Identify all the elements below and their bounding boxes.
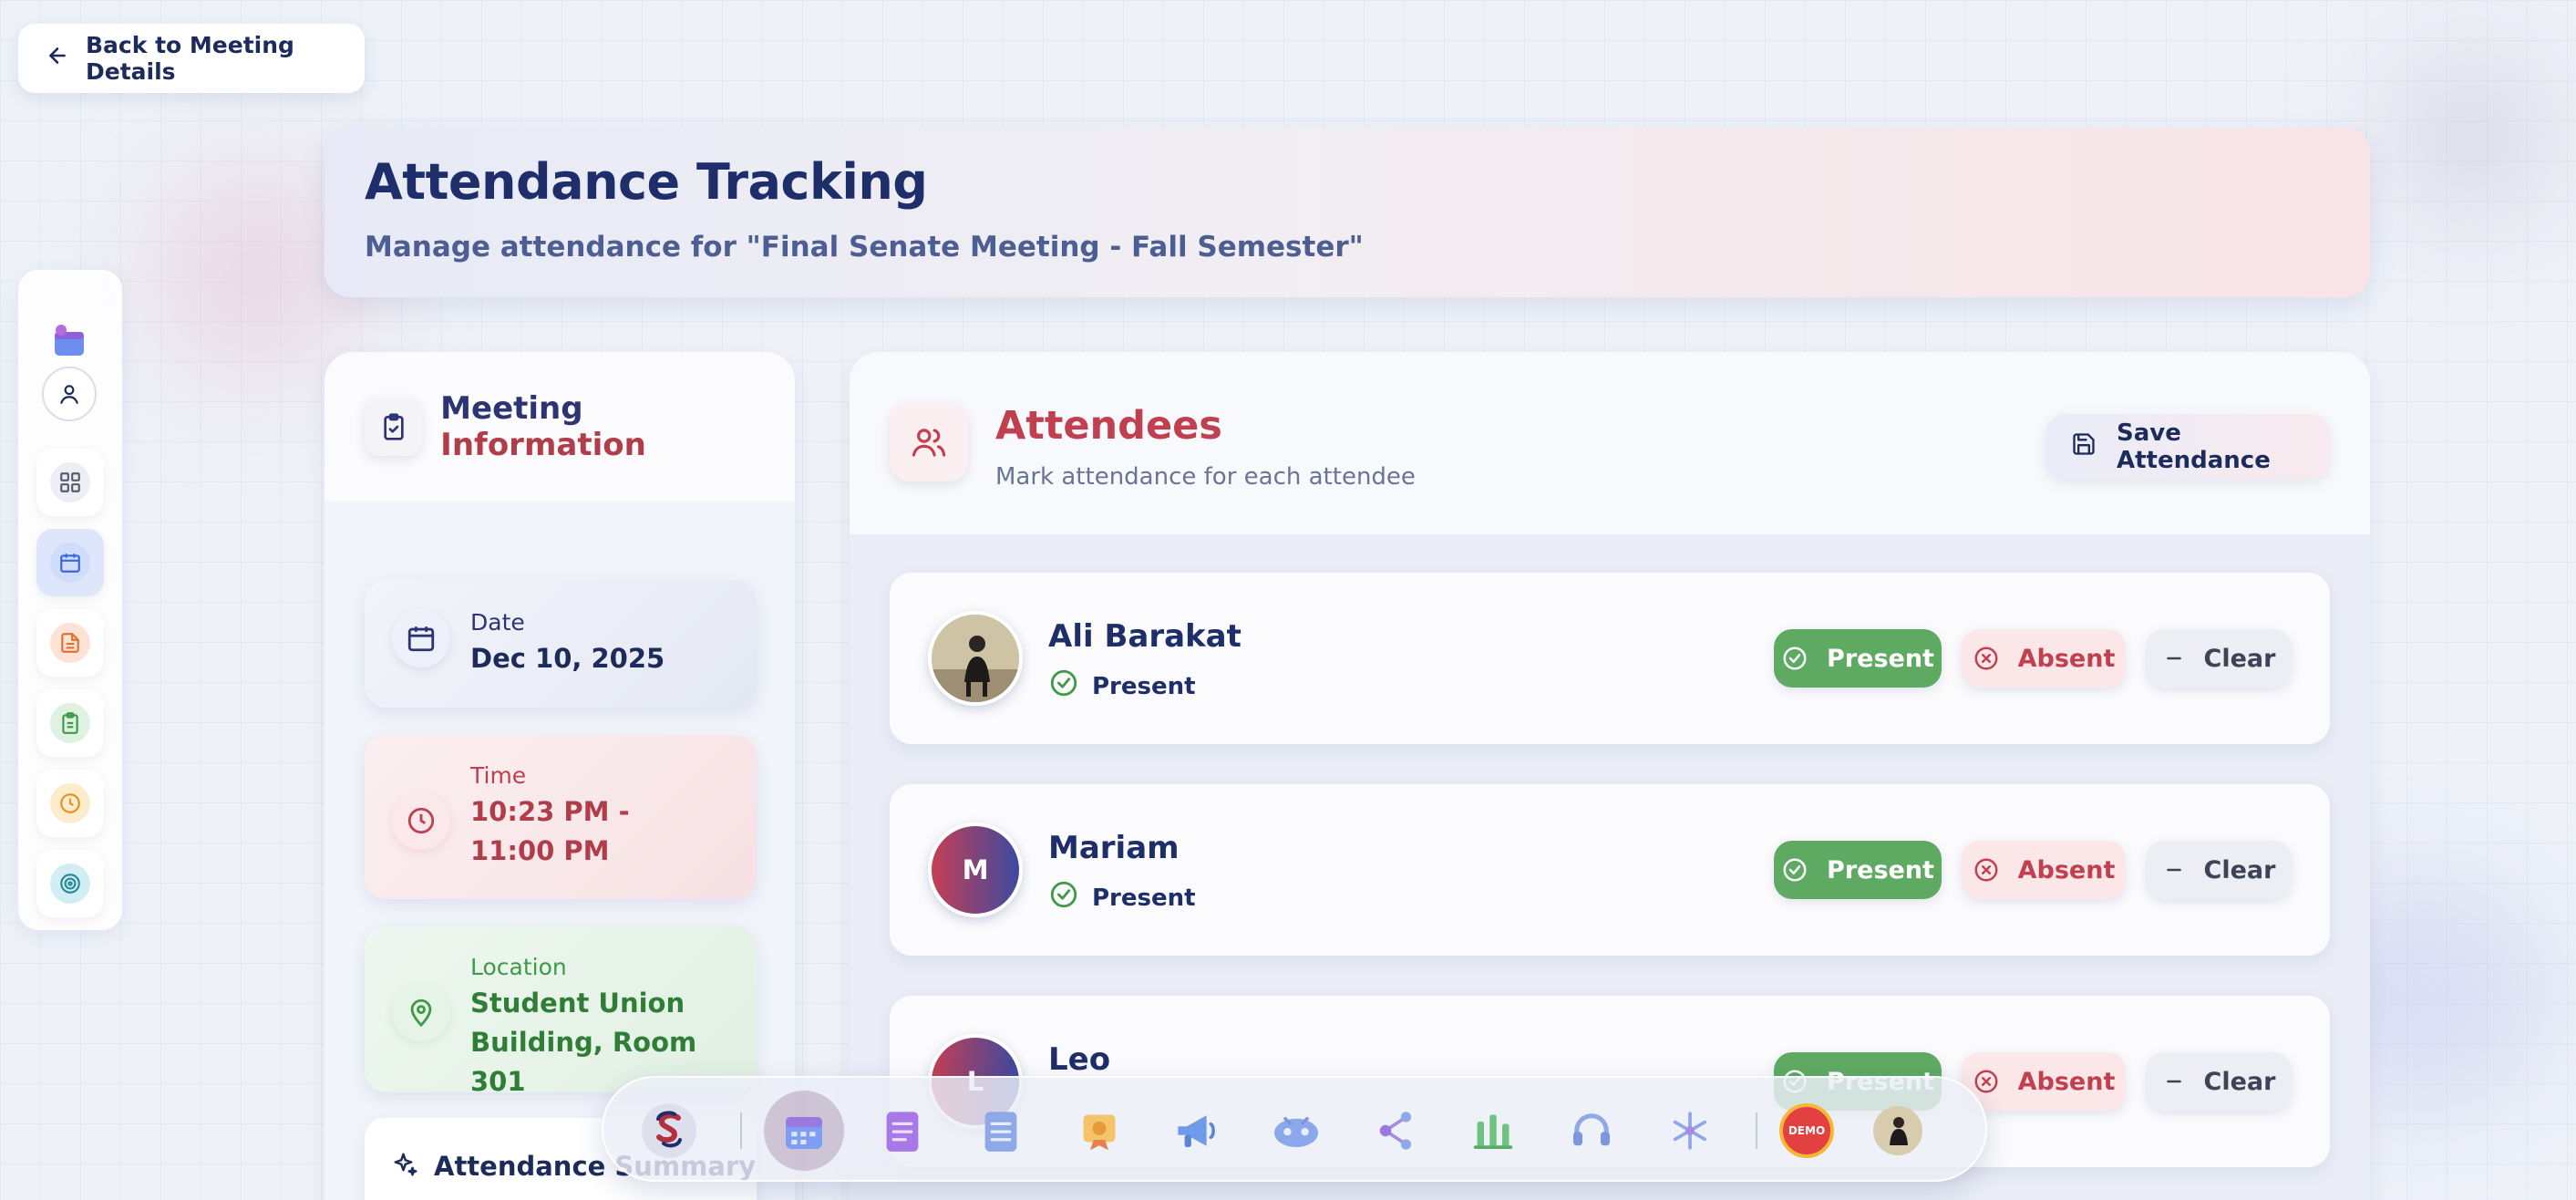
clipboard-check-icon bbox=[365, 398, 423, 456]
calendar-icon bbox=[392, 609, 450, 667]
clock-icon bbox=[392, 791, 450, 850]
megaphone-icon[interactable] bbox=[1167, 1100, 1229, 1162]
meeting-information-panel: Meeting Information Date Dec 10, 2025 Ti… bbox=[325, 352, 795, 1200]
save-attendance-label: Save Attendance bbox=[2117, 419, 2271, 474]
page-title: Attendance Tracking bbox=[365, 153, 928, 211]
app-logo-icon[interactable] bbox=[638, 1100, 700, 1162]
date-card: Date Dec 10, 2025 bbox=[365, 580, 757, 708]
background-blob bbox=[2388, 55, 2552, 219]
dashboard-icon bbox=[50, 462, 90, 502]
attendees-panel: Attendees Mark attendance for each atten… bbox=[850, 352, 2370, 1200]
mark-present-button[interactable]: Present bbox=[1774, 629, 1942, 688]
users-icon bbox=[890, 403, 968, 481]
attendee-row: M Mariam Present Present Absent Clear bbox=[890, 784, 2330, 956]
document-icon bbox=[50, 623, 90, 663]
calendar-icon[interactable] bbox=[764, 1091, 844, 1171]
attendees-title: Attendees bbox=[995, 403, 1222, 449]
x-circle-icon bbox=[1974, 858, 1998, 882]
save-icon bbox=[2071, 431, 2097, 463]
mark-absent-button[interactable]: Absent bbox=[1962, 1052, 2126, 1111]
dock-separator bbox=[740, 1112, 742, 1149]
check-circle-icon bbox=[1783, 858, 1807, 882]
demo-badge-icon[interactable]: DEMO bbox=[1776, 1100, 1838, 1162]
back-button-label: Back to Meeting Details bbox=[86, 32, 294, 85]
clear-status-button[interactable]: Clear bbox=[2146, 841, 2292, 899]
document-icon[interactable] bbox=[970, 1100, 1032, 1162]
save-attendance-button[interactable]: Save Attendance bbox=[2045, 414, 2330, 480]
x-circle-icon bbox=[1974, 1070, 1998, 1093]
mark-present-button[interactable]: Present bbox=[1774, 841, 1942, 899]
location-label: Location bbox=[470, 954, 567, 980]
attendee-name: Ali Barakat bbox=[1048, 618, 1242, 655]
attendees-header: Attendees Mark attendance for each atten… bbox=[850, 352, 2370, 534]
rail-history[interactable] bbox=[36, 770, 104, 837]
mark-absent-button[interactable]: Absent bbox=[1962, 841, 2126, 899]
check-circle-icon bbox=[1783, 647, 1807, 670]
rail-documents[interactable] bbox=[36, 609, 104, 677]
robot-icon[interactable] bbox=[1265, 1100, 1327, 1162]
page-subtitle: Manage attendance for "Final Senate Meet… bbox=[365, 231, 1364, 264]
attendee-name: Leo bbox=[1048, 1041, 1111, 1078]
time-value: 10:23 PM - 11:00 PM bbox=[470, 796, 630, 866]
attendee-status: Present bbox=[1048, 667, 1196, 705]
clear-status-button[interactable]: Clear bbox=[2146, 1052, 2292, 1111]
date-value: Dec 10, 2025 bbox=[470, 643, 665, 674]
check-circle-icon bbox=[1048, 667, 1079, 705]
time-card: Time 10:23 PM - 11:00 PM bbox=[365, 735, 757, 899]
clock-icon bbox=[50, 783, 90, 823]
demo-badge: DEMO bbox=[1779, 1103, 1834, 1158]
minus-icon bbox=[2166, 1080, 2181, 1083]
location-card: Location Student Union Building, Room 30… bbox=[365, 926, 757, 1097]
clipboard-icon bbox=[50, 703, 90, 743]
x-circle-icon bbox=[1974, 647, 1998, 670]
rail-attendance[interactable] bbox=[36, 689, 104, 757]
snowflake-icon[interactable] bbox=[1659, 1100, 1721, 1162]
rail-calendar[interactable] bbox=[36, 529, 104, 596]
user-avatar-icon[interactable] bbox=[1867, 1100, 1929, 1162]
time-label: Time bbox=[470, 762, 527, 789]
rail-dashboard[interactable] bbox=[36, 449, 104, 516]
chart-icon[interactable] bbox=[1462, 1100, 1524, 1162]
avatar: M bbox=[928, 822, 1023, 917]
dock-separator bbox=[1756, 1112, 1757, 1149]
check-circle-icon bbox=[1048, 879, 1079, 916]
headset-icon[interactable] bbox=[1561, 1100, 1623, 1162]
app-icon[interactable] bbox=[51, 323, 88, 363]
avatar bbox=[928, 611, 1023, 706]
left-nav-rail bbox=[18, 270, 122, 930]
minus-icon bbox=[2166, 657, 2181, 660]
attendee-status: Present bbox=[1048, 879, 1196, 916]
sparkles-icon bbox=[392, 1151, 419, 1184]
meeting-information-header: Meeting Information bbox=[325, 352, 795, 502]
clear-status-button[interactable]: Clear bbox=[2146, 629, 2292, 688]
network-icon[interactable] bbox=[1364, 1100, 1426, 1162]
back-to-meeting-details-button[interactable]: Back to Meeting Details bbox=[18, 24, 365, 93]
certificate-icon[interactable] bbox=[1068, 1100, 1130, 1162]
profile-icon[interactable] bbox=[42, 367, 97, 421]
date-label: Date bbox=[470, 609, 525, 636]
minus-icon bbox=[2166, 868, 2181, 872]
arrow-left-icon bbox=[46, 44, 69, 73]
calendar-icon bbox=[50, 543, 90, 583]
attendee-name: Mariam bbox=[1048, 830, 1180, 866]
target-icon bbox=[50, 864, 90, 904]
attendee-row: Ali Barakat Present Present Absent Clear bbox=[890, 573, 2330, 744]
map-pin-icon bbox=[392, 983, 450, 1041]
page-header: Attendance Tracking Manage attendance fo… bbox=[325, 128, 2370, 297]
meeting-information-title: Meeting Information bbox=[440, 390, 646, 463]
rail-goals[interactable] bbox=[36, 850, 104, 917]
notes-icon[interactable] bbox=[871, 1100, 933, 1162]
mark-absent-button[interactable]: Absent bbox=[1962, 629, 2126, 688]
attendees-subtitle: Mark attendance for each attendee bbox=[995, 463, 1416, 491]
app-dock: DEMO bbox=[602, 1076, 1987, 1182]
